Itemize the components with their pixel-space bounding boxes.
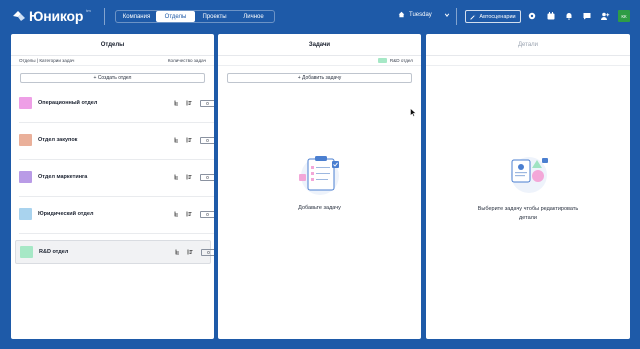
task-count: 0 — [200, 173, 214, 181]
settings-icon[interactable] — [527, 11, 537, 21]
column-task-count: Количество задач — [167, 58, 206, 63]
list-icon[interactable] — [186, 100, 192, 106]
main-tabs: Компания Отделы Проекты Личное — [115, 10, 275, 23]
department-filter[interactable]: R&D отдел — [218, 56, 421, 66]
department-row[interactable]: Отдел закупок 0 — [11, 128, 214, 152]
department-color-swatch — [19, 208, 32, 220]
filter-color-chip — [377, 58, 387, 63]
add-task-button[interactable]: + Добавить задачу — [227, 73, 412, 83]
list-icon[interactable] — [186, 211, 192, 217]
tab-personal[interactable]: Личное — [234, 11, 273, 22]
list-icon[interactable] — [187, 249, 193, 255]
department-name: R&D отдел — [39, 249, 69, 255]
divider — [19, 159, 214, 160]
add-user-icon[interactable] — [600, 11, 610, 21]
tab-projects[interactable]: Проекты — [195, 11, 234, 22]
departments-title: Отделы — [11, 34, 214, 56]
hierarchy-icon[interactable] — [174, 211, 180, 217]
tab-departments[interactable]: Отделы — [156, 11, 195, 22]
department-name: Юридический отдел — [38, 211, 94, 217]
task-count: 0 — [200, 99, 214, 107]
department-row[interactable]: Отдел маркетинга 0 — [11, 165, 214, 189]
logo-trademark: tm — [86, 7, 91, 13]
hierarchy-icon[interactable] — [175, 249, 181, 255]
details-empty-line1: Выберите задачу чтобы редактировать — [477, 206, 579, 212]
filter-label: R&D отдел — [389, 58, 413, 63]
clipboard-illustration-icon — [299, 156, 339, 195]
department-name: Операционный отдел — [38, 100, 98, 106]
list-icon[interactable] — [186, 137, 192, 143]
tasks-panel: Задачи R&D отдел + Добавить задачу Добав… — [218, 34, 421, 339]
tasks-empty-text: Добавьте задачу — [298, 205, 341, 211]
department-color-swatch — [20, 246, 33, 258]
column-departments: Отделы | Категории задач — [19, 58, 75, 63]
details-subheader — [426, 56, 630, 66]
calendar-icon[interactable] — [546, 11, 556, 21]
divider — [19, 122, 214, 123]
home-icon — [398, 11, 405, 18]
logo-text: Юникор — [29, 8, 84, 24]
department-color-swatch — [19, 171, 32, 183]
divider — [19, 233, 214, 234]
department-color-swatch — [19, 97, 32, 109]
logo-icon — [13, 11, 25, 21]
task-count: 0 — [200, 210, 214, 218]
avatar[interactable]: КК — [618, 10, 630, 22]
divider — [104, 8, 105, 25]
hierarchy-icon[interactable] — [174, 174, 180, 180]
scenarios-button[interactable]: Автосценарии — [465, 10, 521, 23]
details-empty-line2: детали — [519, 215, 537, 221]
tasks-title: Задачи — [218, 34, 421, 56]
department-row[interactable]: Юридический отдел 0 — [11, 202, 214, 226]
hierarchy-icon[interactable] — [174, 137, 180, 143]
workspace-selector[interactable]: Tuesday — [398, 11, 450, 18]
department-row-selected[interactable]: R&D отдел 0 — [15, 240, 214, 264]
departments-columns: Отделы | Категории задач Количество зада… — [11, 56, 214, 66]
departments-panel: Отделы Отделы | Категории задач Количест… — [11, 34, 214, 339]
task-count: 0 — [201, 248, 214, 256]
logo[interactable]: Юникор tm — [12, 8, 91, 24]
details-panel: Детали Выберите задачу чтобы редактирова… — [426, 34, 630, 339]
department-row[interactable]: Операционный отдел 0 — [11, 91, 214, 115]
chevron-down-icon — [444, 13, 449, 17]
top-bar: Юникор tm Компания Отделы Проекты Личное… — [0, 0, 640, 32]
details-illustration-icon — [511, 157, 548, 193]
department-color-swatch — [19, 134, 32, 146]
department-name: Отдел маркетинга — [38, 174, 88, 180]
details-title: Детали — [426, 34, 630, 56]
task-count: 0 — [200, 136, 214, 144]
mouse-cursor-icon — [410, 108, 417, 117]
chat-icon[interactable] — [582, 11, 592, 21]
wand-icon — [470, 14, 476, 20]
list-icon[interactable] — [186, 174, 192, 180]
details-empty-text: Выберите задачу чтобы редактировать дета… — [426, 205, 630, 223]
divider — [19, 196, 214, 197]
workspace-label: Tuesday — [409, 11, 432, 18]
scenarios-label: Автосценарии — [479, 13, 516, 20]
create-department-button[interactable]: + Создать отдел — [20, 73, 205, 83]
hierarchy-icon[interactable] — [174, 100, 180, 106]
tab-company[interactable]: Компания — [117, 11, 156, 22]
department-name: Отдел закупок — [38, 137, 78, 143]
divider — [456, 8, 457, 25]
bell-icon[interactable] — [564, 11, 574, 21]
